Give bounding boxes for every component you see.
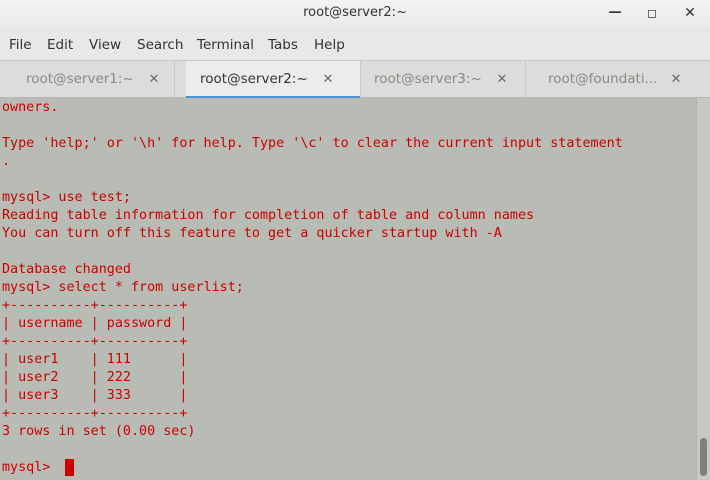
tab-close-icon[interactable]: ✕ bbox=[320, 61, 336, 98]
window-title: root@server2:~ bbox=[303, 5, 407, 20]
tab-label: root@server1:~ bbox=[26, 71, 134, 87]
terminal-line: Database changed bbox=[2, 262, 131, 277]
tab-server2[interactable]: root@server2:~ ✕ bbox=[186, 61, 361, 99]
menu-help[interactable]: Help bbox=[314, 26, 345, 64]
title-bar: root@server2:~ — ◻ ✕ bbox=[0, 0, 710, 26]
menu-terminal[interactable]: Terminal bbox=[197, 26, 254, 64]
terminal-prompt: mysql> bbox=[2, 460, 59, 475]
tab-label: root@server2:~ bbox=[200, 71, 308, 87]
tab-close-icon[interactable]: ✕ bbox=[494, 61, 510, 98]
terminal-line: 3 rows in set (0.00 sec) bbox=[2, 424, 196, 439]
menu-edit[interactable]: Edit bbox=[47, 26, 73, 64]
terminal-line: +----------+----------+ bbox=[2, 406, 188, 421]
tab-server3[interactable]: root@server3:~ ✕ bbox=[351, 61, 526, 98]
terminal-line: | user1 | 111 | bbox=[2, 352, 188, 367]
tab-label: root@server3:~ bbox=[374, 71, 482, 87]
terminal-line: | user2 | 222 | bbox=[2, 370, 188, 385]
maximize-button[interactable]: ◻ bbox=[641, 3, 663, 23]
scrollbar-thumb[interactable] bbox=[700, 438, 707, 476]
menu-file[interactable]: File bbox=[9, 26, 32, 64]
minimize-button[interactable]: — bbox=[604, 3, 626, 23]
terminal-line: mysql> use test; bbox=[2, 190, 131, 205]
tab-server1[interactable]: root@server1:~ ✕ bbox=[0, 61, 175, 98]
menu-view[interactable]: View bbox=[89, 26, 121, 64]
terminal-line: +----------+----------+ bbox=[2, 334, 188, 349]
terminal-line: . bbox=[2, 154, 11, 169]
tab-foundation[interactable]: root@foundati... ✕ bbox=[526, 61, 710, 98]
tab-bar: root@server1:~ ✕ root@server2:~ ✕ root@s… bbox=[0, 60, 710, 99]
menu-bar: File Edit View Search Terminal Tabs Help bbox=[0, 26, 710, 60]
terminal-line: +----------+----------+ bbox=[2, 298, 188, 313]
terminal-line: owners. bbox=[2, 100, 59, 115]
terminal-line: You can turn off this feature to get a q… bbox=[2, 226, 502, 241]
terminal-scrollbar[interactable] bbox=[696, 98, 710, 480]
terminal-line: Type 'help;' or '\h' for help. Type '\c'… bbox=[2, 136, 623, 151]
terminal-line: mysql> select * from userlist; bbox=[2, 280, 244, 295]
terminal-output[interactable]: owners. Type 'help;' or '\h' for help. T… bbox=[0, 98, 696, 480]
terminal-line: | username | password | bbox=[2, 316, 188, 331]
terminal-line: | user3 | 333 | bbox=[2, 388, 188, 403]
menu-tabs[interactable]: Tabs bbox=[268, 26, 298, 64]
text-cursor bbox=[65, 459, 74, 476]
tab-close-icon[interactable]: ✕ bbox=[668, 61, 684, 98]
terminal-line: Reading table information for completion… bbox=[2, 208, 535, 223]
menu-search[interactable]: Search bbox=[137, 26, 183, 64]
close-window-button[interactable]: ✕ bbox=[679, 3, 701, 23]
tab-close-icon[interactable]: ✕ bbox=[146, 61, 162, 98]
tab-label: root@foundati... bbox=[548, 71, 658, 87]
